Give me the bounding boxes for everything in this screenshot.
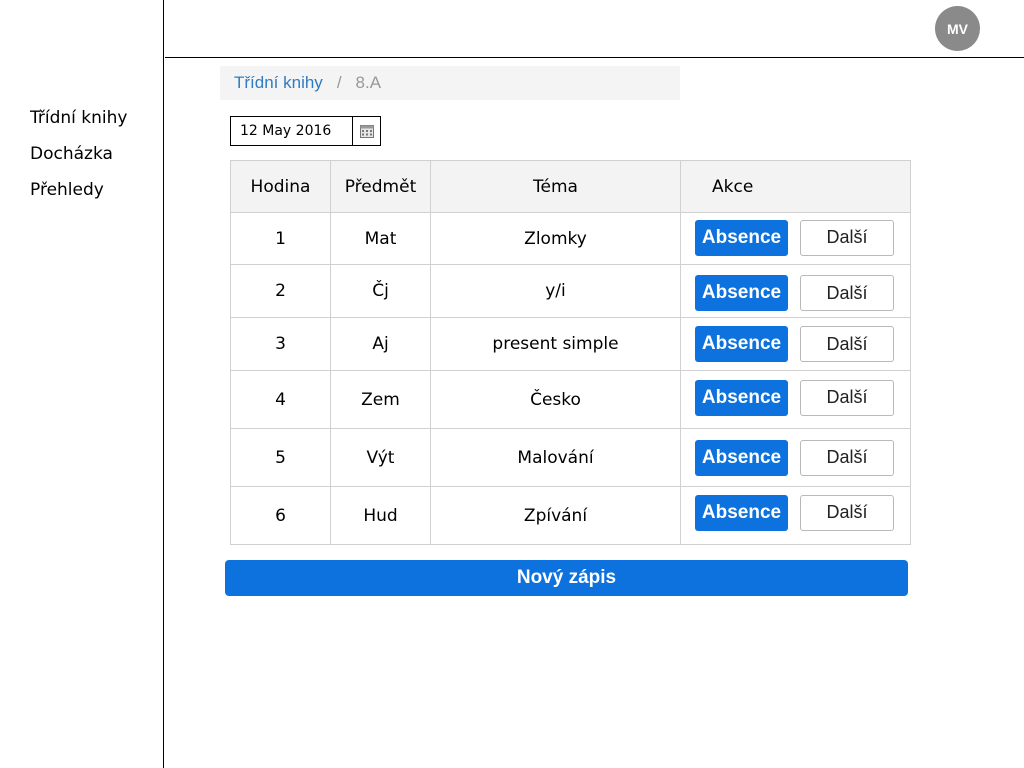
cell-tema: y/i [430, 264, 681, 318]
lessons-table: Hodina Předmět Téma Akce 1 Mat Zlomky Ab… [230, 160, 911, 545]
table-row: 5 Výt Malování Absence Další [230, 428, 911, 487]
cell-tema: present simple [430, 317, 681, 371]
avatar[interactable]: MV [935, 6, 980, 51]
cell-hodina: 3 [230, 317, 331, 371]
cell-predmet: Hud [330, 486, 431, 545]
new-entry-button[interactable]: Nový zápis [225, 560, 908, 596]
more-button[interactable]: Další [800, 494, 894, 531]
more-button[interactable]: Další [800, 379, 894, 416]
table-row: 1 Mat Zlomky Absence Další [230, 212, 911, 265]
header-divider [165, 57, 1024, 58]
cell-hodina: 2 [230, 264, 331, 318]
cell-tema: Zlomky [430, 212, 681, 265]
sidebar-item-dochazka[interactable]: Docházka [30, 142, 127, 178]
cell-hodina: 4 [230, 370, 331, 429]
table-row: 4 Zem Česko Absence Další [230, 370, 911, 429]
date-picker [230, 116, 381, 146]
cell-hodina: 5 [230, 428, 331, 487]
cell-hodina: 1 [230, 212, 331, 265]
absence-button[interactable]: Absence [695, 219, 788, 256]
sidebar-divider [163, 0, 164, 768]
more-button[interactable]: Další [800, 326, 894, 362]
sidebar-item-prehledy[interactable]: Přehledy [30, 178, 127, 214]
cell-predmet: Mat [330, 212, 431, 265]
cell-tema: Česko [430, 370, 681, 429]
cell-hodina: 6 [230, 486, 331, 545]
absence-button[interactable]: Absence [695, 379, 788, 416]
cell-actions: Absence Další [680, 317, 911, 371]
sidebar-nav: Třídní knihy Docházka Přehledy [30, 106, 127, 214]
date-input[interactable] [231, 117, 352, 145]
breadcrumb: Třídní knihy / 8.A [220, 66, 680, 100]
breadcrumb-current: 8.A [355, 73, 382, 92]
breadcrumb-separator: / [336, 73, 342, 92]
sidebar-item-tridni-knihy[interactable]: Třídní knihy [30, 106, 127, 142]
cell-predmet: Výt [330, 428, 431, 487]
calendar-icon [359, 125, 374, 138]
more-button[interactable]: Další [800, 439, 894, 476]
column-header-hodina: Hodina [230, 160, 331, 213]
more-button[interactable]: Další [800, 275, 894, 311]
cell-predmet: Aj [330, 317, 431, 371]
absence-button[interactable]: Absence [695, 439, 788, 476]
table-header-row: Hodina Předmět Téma Akce [230, 160, 911, 213]
avatar-initials: MV [947, 20, 968, 37]
table-row: 6 Hud Zpívání Absence Další [230, 486, 911, 545]
column-header-tema: Téma [430, 160, 681, 213]
absence-button[interactable]: Absence [695, 494, 788, 531]
cell-predmet: Zem [330, 370, 431, 429]
table-row: 3 Aj present simple Absence Další [230, 317, 911, 371]
table-row: 2 Čj y/i Absence Další [230, 264, 911, 318]
cell-predmet: Čj [330, 264, 431, 318]
cell-actions: Absence Další [680, 264, 911, 318]
cell-actions: Absence Další [680, 428, 911, 487]
column-header-predmet: Předmět [330, 160, 431, 213]
absence-button[interactable]: Absence [695, 326, 788, 362]
cell-tema: Malování [430, 428, 681, 487]
cell-actions: Absence Další [680, 212, 911, 265]
cell-tema: Zpívání [430, 486, 681, 545]
calendar-button[interactable] [352, 117, 380, 145]
cell-actions: Absence Další [680, 486, 911, 545]
more-button[interactable]: Další [800, 219, 894, 256]
absence-button[interactable]: Absence [695, 275, 788, 311]
breadcrumb-link-tridni-knihy[interactable]: Třídní knihy [234, 73, 323, 93]
cell-actions: Absence Další [680, 370, 911, 429]
column-header-akce: Akce [680, 160, 911, 213]
